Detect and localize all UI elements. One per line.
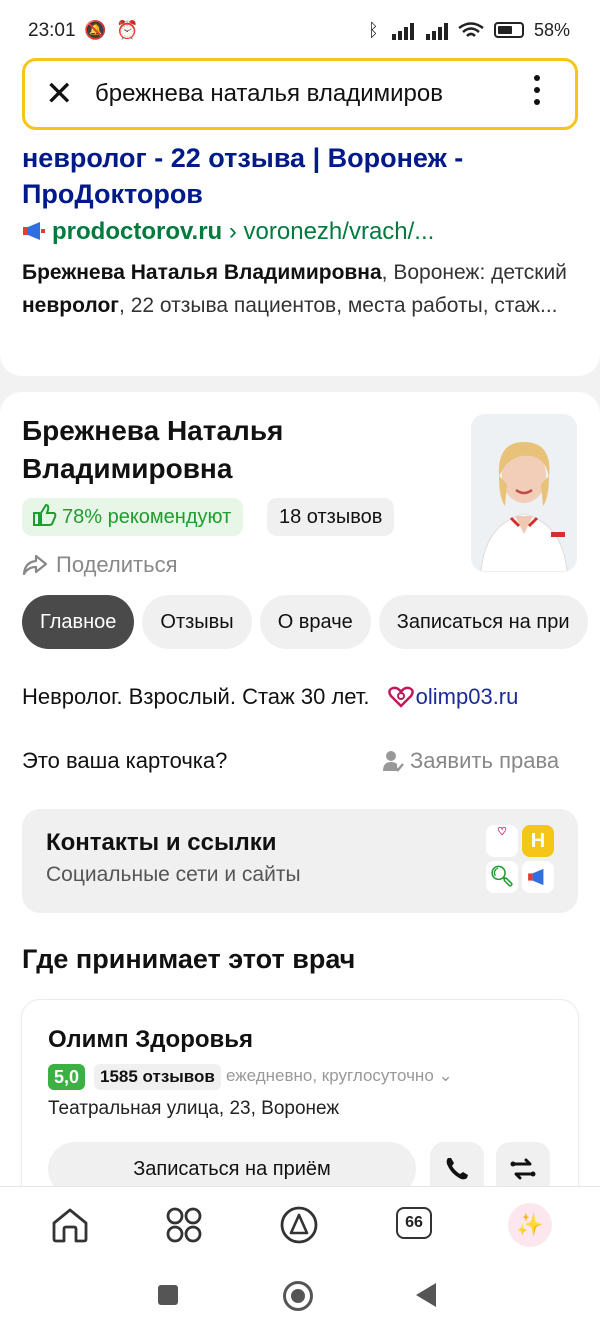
snippet-highlight: Брежнева Наталья Владимировна bbox=[22, 261, 382, 284]
search-header: ✕ брежнева наталья владимиров bbox=[0, 48, 600, 144]
share-button[interactable]: Поделиться bbox=[22, 552, 177, 578]
doctor-description: Невролог. Взрослый. Стаж 30 лет. olimp03… bbox=[22, 684, 518, 710]
doctor-photo-image bbox=[471, 414, 577, 572]
napopravku-icon: Н bbox=[522, 825, 554, 857]
user-check-icon bbox=[383, 751, 404, 772]
battery-percent: 58% bbox=[534, 20, 571, 40]
sparkle-icon[interactable]: ✨ bbox=[508, 1203, 552, 1247]
contacts-links-block[interactable]: Контакты и ссылки Социальные сети и сайт… bbox=[22, 809, 578, 913]
back-button[interactable] bbox=[416, 1283, 436, 1307]
heart-logo-icon bbox=[387, 686, 414, 708]
owner-question: Это ваша карточка? bbox=[22, 748, 228, 773]
result-domain[interactable]: prodoctorov.ru bbox=[52, 218, 222, 245]
clinic-rating: 5,0 bbox=[48, 1064, 86, 1090]
contacts-title: Контакты и ссылки bbox=[46, 829, 277, 856]
profile-tabs: Главное Отзывы О враче Записаться на при bbox=[22, 595, 600, 651]
result-url[interactable]: prodoctorov.ru › voronezh/vrach/... bbox=[22, 218, 434, 246]
clinic-card[interactable]: Олимп Здоровья 5,0 1585 отзывов ежедневн… bbox=[22, 1000, 578, 1200]
clinic-hours[interactable]: ежедневно, круглосуточно ⌄ bbox=[226, 1066, 453, 1086]
doctor-profile-card: Брежнева Наталья Владимировна 78% рекоме… bbox=[0, 392, 600, 1200]
reviews-count-badge[interactable]: 18 отзывов bbox=[267, 498, 395, 536]
recommend-badge: 78% рекомендуют bbox=[22, 498, 244, 536]
close-icon[interactable]: ✕ bbox=[45, 75, 74, 113]
snippet-text: , Воронеж: детский bbox=[381, 261, 567, 284]
doctor-name: Брежнева Наталья Владимировна bbox=[22, 415, 284, 484]
bluetooth-icon: ᛒ bbox=[368, 20, 379, 40]
recommend-text: 78% рекомендуют bbox=[62, 506, 232, 528]
result-snippet: Брежнева Наталья Владимировна, Воронеж: … bbox=[22, 256, 582, 322]
home-system-button[interactable] bbox=[283, 1281, 313, 1311]
clinic-reviews-count[interactable]: 1585 отзывов bbox=[94, 1064, 221, 1090]
status-time: 23:01 bbox=[28, 20, 76, 41]
doctor-photo[interactable] bbox=[471, 414, 577, 572]
wifi-icon bbox=[458, 22, 484, 37]
snippet-highlight: невролог bbox=[22, 294, 120, 317]
result-title[interactable]: невролог - 22 отзыва | Воронеж - ПроДокт… bbox=[22, 140, 582, 212]
thumbs-up-icon bbox=[33, 503, 57, 526]
bottom-navigation: 66 ✨ bbox=[0, 1186, 600, 1333]
services-grid-icon[interactable] bbox=[164, 1205, 204, 1245]
chevron-down-icon: ⌄ bbox=[438, 1066, 453, 1085]
recent-apps-button[interactable] bbox=[158, 1285, 178, 1305]
where-section-title: Где принимает этот врач bbox=[22, 944, 356, 974]
mute-icon: 🔕 bbox=[84, 20, 107, 40]
contacts-subtitle: Социальные сети и сайты bbox=[46, 863, 301, 886]
alice-icon[interactable] bbox=[279, 1205, 319, 1245]
megaphone-icon bbox=[522, 861, 554, 893]
result-path[interactable]: › voronezh/vrach/... bbox=[222, 218, 434, 245]
more-vert-icon[interactable] bbox=[527, 75, 547, 111]
search-input[interactable]: ✕ брежнева наталья владимиров bbox=[22, 58, 578, 130]
hours-text: ежедневно, круглосуточно bbox=[226, 1066, 434, 1085]
claim-label: Заявить права bbox=[410, 748, 560, 773]
description-text: Невролог. Взрослый. Стаж 30 лет. bbox=[22, 684, 370, 709]
clinic-name[interactable]: Олимп Здоровья bbox=[48, 1026, 253, 1054]
battery-icon bbox=[494, 22, 524, 38]
result-title-link[interactable]: невролог - 22 отзыва | Воронеж - ПроДокт… bbox=[22, 143, 463, 209]
search-query[interactable]: брежнева наталья владимиров bbox=[95, 80, 505, 108]
share-label: Поделиться bbox=[56, 552, 178, 577]
home-icon[interactable] bbox=[50, 1205, 90, 1245]
clinic-site-link[interactable]: olimp03.ru bbox=[387, 684, 519, 709]
share-icon bbox=[22, 554, 48, 576]
tab-main[interactable]: Главное bbox=[22, 595, 135, 649]
snippet-text: , 22 отзыва пациентов, места работы, ста… bbox=[119, 294, 558, 317]
alarm-icon: ⏰ bbox=[116, 20, 139, 40]
tab-book[interactable]: Записаться на при bbox=[378, 595, 588, 649]
megaphone-icon bbox=[23, 222, 45, 240]
tab-about[interactable]: О враче bbox=[259, 595, 371, 649]
claim-rights-button[interactable]: Заявить права bbox=[382, 748, 559, 774]
clinic-address: Театральная улица, 23, Воронеж bbox=[48, 1098, 340, 1119]
tabs-icon[interactable]: 66 bbox=[396, 1207, 432, 1239]
olimp-logo-icon: ♡ bbox=[486, 825, 518, 857]
signal-icon bbox=[392, 23, 448, 40]
tab-reviews[interactable]: Отзывы bbox=[142, 595, 252, 649]
search-icon: 🔍︎ bbox=[486, 861, 518, 893]
search-result-card: невролог - 22 отзыва | Воронеж - ПроДокт… bbox=[0, 140, 600, 376]
site-text[interactable]: olimp03.ru bbox=[416, 684, 519, 709]
